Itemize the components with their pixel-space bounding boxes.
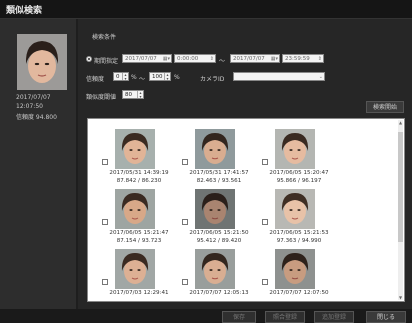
results-grid: 2017/05/31 14:39:19 87.842 / 86.230 2017… xyxy=(87,118,405,302)
result-face-image xyxy=(275,129,315,169)
result-score: 95.866 / 96.197 xyxy=(276,178,322,184)
result-checkbox[interactable] xyxy=(182,219,188,225)
result-item[interactable]: 2017/06/05 15:21:50 95.412 / 89.420 xyxy=(180,189,258,249)
result-score: 82.463 / 93.561 xyxy=(196,178,242,184)
title-bar: 類似検索 xyxy=(0,0,412,19)
confidence-min-value: 0 xyxy=(116,74,120,80)
result-item[interactable]: 2017/06/05 15:20:47 95.866 / 96.197 xyxy=(260,129,338,189)
save-button[interactable]: 保存 xyxy=(222,311,256,323)
query-panel: 2017/07/07 12:07:50 信頼度 94.800 xyxy=(0,19,76,309)
result-face-image xyxy=(195,189,235,229)
result-checkbox[interactable] xyxy=(262,279,268,285)
spinner-arrows-icon[interactable]: ▴ ▾ xyxy=(164,73,170,80)
spinner-arrows-icon[interactable]: ▴ ▾ xyxy=(122,73,128,80)
result-date: 2017/07/07 12:07:50 xyxy=(269,290,329,296)
confidence-min-spinner[interactable]: 0 ▴ ▾ xyxy=(113,72,129,81)
confidence-max-value: 100 xyxy=(152,74,163,80)
result-checkbox[interactable] xyxy=(262,219,268,225)
from-date-value: 2017/07/07 xyxy=(125,56,157,62)
result-date: 2017/07/07 12:05:13 xyxy=(189,290,249,296)
scroll-down-icon[interactable]: ▼ xyxy=(398,295,403,300)
confidence-max-spinner[interactable]: 100 ▴ ▾ xyxy=(149,72,171,81)
from-date-input[interactable]: 2017/07/07 ▦▾ xyxy=(122,54,172,63)
scroll-thumb[interactable] xyxy=(398,132,403,242)
calendar-icon[interactable]: ▦▾ xyxy=(271,55,278,64)
result-date: 2017/05/31 14:39:19 xyxy=(109,170,169,176)
result-date: 2017/06/05 15:21:50 xyxy=(189,230,249,236)
result-score: 97.363 / 94.990 xyxy=(276,238,322,244)
result-checkbox[interactable] xyxy=(262,159,268,165)
similarity-spinner[interactable]: 80 ▴ ▾ xyxy=(122,90,144,99)
result-face-image xyxy=(115,189,155,229)
period-tilde: ～ xyxy=(219,58,226,65)
result-item[interactable]: 2017/05/31 17:41:57 82.463 / 93.561 xyxy=(180,129,258,189)
result-checkbox[interactable] xyxy=(102,159,108,165)
query-date: 2017/07/07 xyxy=(16,94,51,101)
period-label: 期間指定 xyxy=(94,58,119,65)
add-register-button[interactable]: 追加登録 xyxy=(314,311,354,323)
similarity-value: 80 xyxy=(125,92,132,98)
query-face-image xyxy=(17,34,67,90)
result-item[interactable]: 2017/06/05 15:21:47 87.154 / 93.723 xyxy=(100,189,178,249)
result-item[interactable]: 2017/07/07 12:07:50 xyxy=(260,249,338,301)
result-item[interactable]: 2017/06/05 15:21:53 97.363 / 94.990 xyxy=(260,189,338,249)
calendar-icon[interactable]: ▦▾ xyxy=(163,55,170,64)
period-radio[interactable] xyxy=(86,56,92,62)
result-face-image xyxy=(115,129,155,169)
result-item[interactable]: 2017/07/03 12:29:41 xyxy=(100,249,178,301)
result-date: 2017/06/05 15:21:53 xyxy=(269,230,329,236)
result-face-image xyxy=(275,189,315,229)
query-time: 12:07:50 xyxy=(16,103,43,110)
conditions-section-label: 検索条件 xyxy=(92,34,117,41)
from-time-input[interactable]: 0:00:00 ⇕ xyxy=(174,54,216,63)
result-date: 2017/06/05 15:21:47 xyxy=(109,230,169,236)
result-face-image xyxy=(195,129,235,169)
to-date-input[interactable]: 2017/07/07 ▦▾ xyxy=(230,54,280,63)
result-score: 87.154 / 93.723 xyxy=(116,238,162,244)
result-item[interactable]: 2017/05/31 14:39:19 87.842 / 86.230 xyxy=(100,129,178,189)
camera-select[interactable]: ⌄ xyxy=(233,72,325,81)
window-title: 類似検索 xyxy=(6,6,43,16)
result-date: 2017/07/03 12:29:41 xyxy=(109,290,169,296)
confidence-label: 信頼度 xyxy=(86,76,105,83)
result-checkbox[interactable] xyxy=(182,159,188,165)
search-button[interactable]: 検索開始 xyxy=(366,101,404,113)
compare-register-button[interactable]: 照合登録 xyxy=(265,311,305,323)
result-face-image xyxy=(195,249,235,289)
result-checkbox[interactable] xyxy=(182,279,188,285)
results-scrollbar[interactable]: ▲ ▼ xyxy=(398,120,403,300)
confidence-max-unit: % xyxy=(174,74,180,81)
result-date: 2017/06/05 15:20:47 xyxy=(269,170,329,176)
time-spin-icon[interactable]: ⇕ xyxy=(318,55,322,64)
camera-label: カメラID xyxy=(200,76,225,83)
confidence-tilde: ～ xyxy=(139,76,146,83)
result-face-image xyxy=(275,249,315,289)
confidence-min-unit: % xyxy=(131,74,137,81)
result-checkbox[interactable] xyxy=(102,219,108,225)
from-time-value: 0:00:00 xyxy=(177,56,199,62)
result-checkbox[interactable] xyxy=(102,279,108,285)
to-date-value: 2017/07/07 xyxy=(233,56,265,62)
scroll-up-icon[interactable]: ▲ xyxy=(398,120,403,125)
similarity-label: 類似度閾値 xyxy=(86,94,117,101)
result-item[interactable]: 2017/07/07 12:05:13 xyxy=(180,249,258,301)
result-score: 95.412 / 89.420 xyxy=(196,238,242,244)
to-time-input[interactable]: 23:59:59 ⇕ xyxy=(282,54,324,63)
result-date: 2017/05/31 17:41:57 xyxy=(189,170,249,176)
result-score: 87.842 / 86.230 xyxy=(116,178,162,184)
chevron-down-icon[interactable]: ⌄ xyxy=(319,73,323,82)
query-score: 信頼度 94.800 xyxy=(16,114,57,121)
spinner-arrows-icon[interactable]: ▴ ▾ xyxy=(137,91,143,98)
time-spin-icon[interactable]: ⇕ xyxy=(210,55,214,64)
result-face-image xyxy=(115,249,155,289)
to-time-value: 23:59:59 xyxy=(285,56,310,62)
close-button[interactable]: 閉じる xyxy=(366,311,406,323)
